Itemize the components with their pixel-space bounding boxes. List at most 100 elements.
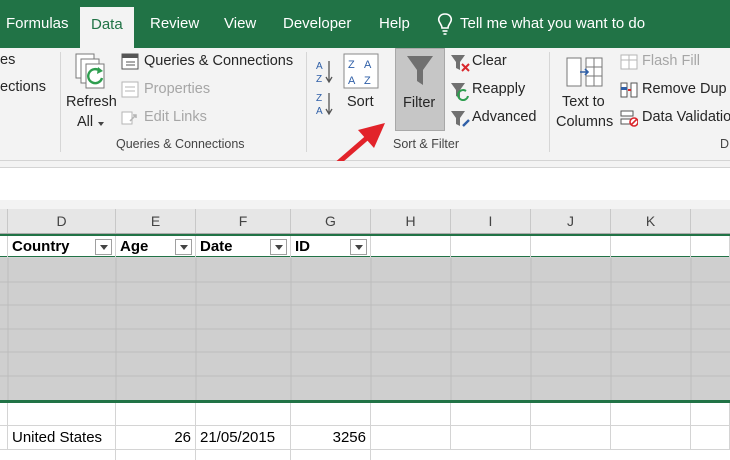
grid-cell[interactable]	[611, 236, 691, 258]
svg-text:A: A	[364, 59, 372, 71]
existing-connections-partial-2[interactable]: ections	[0, 79, 46, 95]
tab-data[interactable]: Data	[80, 7, 134, 48]
tell-me-search[interactable]: Tell me what you want to do	[460, 0, 645, 48]
refresh-all-icon[interactable]	[72, 52, 112, 96]
formula-bar[interactable]	[0, 167, 730, 201]
grid-cell[interactable]	[116, 450, 196, 460]
cell-age[interactable]: 26	[116, 426, 196, 450]
grid-cell[interactable]	[371, 426, 451, 450]
grid-cell[interactable]	[451, 403, 531, 426]
group-label-sort-filter: Sort & Filter	[393, 137, 459, 151]
filter-dropdown-icon[interactable]	[350, 239, 367, 255]
column-header-partial[interactable]	[0, 209, 8, 233]
filter-dropdown-icon[interactable]	[175, 239, 192, 255]
chevron-down-icon[interactable]	[98, 122, 104, 126]
tab-formulas[interactable]: Formulas	[6, 0, 69, 48]
lightbulb-icon	[437, 13, 453, 35]
grid-cell[interactable]	[371, 236, 451, 258]
cell-country[interactable]: United States	[8, 426, 116, 450]
refresh-all-label-2[interactable]: All	[77, 114, 93, 130]
grid-cell[interactable]	[371, 403, 451, 426]
grid-cell[interactable]	[611, 426, 691, 450]
table-header-cell[interactable]: ID	[291, 236, 371, 258]
svg-text:Z: Z	[316, 74, 322, 85]
flash-fill-icon	[620, 54, 638, 70]
grid-cell[interactable]	[8, 450, 116, 460]
table-header-cell[interactable]: Date	[196, 236, 291, 258]
grid-cell[interactable]	[116, 403, 196, 426]
group-separator	[306, 52, 307, 152]
group-label-queries: Queries & Connections	[116, 137, 245, 151]
grid-cell[interactable]	[691, 236, 730, 258]
tab-developer[interactable]: Developer	[283, 0, 351, 48]
queries-connections-icon	[121, 53, 139, 70]
svg-text:A: A	[348, 75, 356, 87]
grid-cell[interactable]	[196, 403, 291, 426]
grid-cell[interactable]	[531, 236, 611, 258]
grid-cell[interactable]	[291, 450, 371, 460]
advanced-filter-icon	[451, 111, 470, 127]
column-header-partial[interactable]	[691, 209, 730, 233]
cell-id[interactable]: 3256	[291, 426, 371, 450]
properties-icon	[121, 81, 139, 98]
selection-gridlines	[0, 258, 730, 400]
group-label-data-tools-partial: D	[720, 137, 730, 151]
remove-duplicates-button[interactable]: Remove Dup	[642, 81, 727, 97]
queries-connections-button[interactable]: Queries & Connections	[144, 53, 293, 69]
data-validation-button[interactable]: Data Validatio	[642, 109, 730, 125]
text-to-columns-label-2[interactable]: Columns	[556, 114, 613, 130]
header-age: Age	[120, 238, 149, 255]
tab-help[interactable]: Help	[379, 0, 410, 48]
column-header-g[interactable]: G	[291, 209, 371, 233]
tab-view[interactable]: View	[224, 0, 256, 48]
selected-range[interactable]	[0, 258, 730, 400]
flash-fill-button[interactable]: Flash Fill	[642, 53, 700, 69]
svg-text:Z: Z	[316, 93, 322, 104]
table-header-cell[interactable]: Country	[8, 236, 116, 258]
table-header-cell[interactable]: Age	[116, 236, 196, 258]
grid-cell[interactable]	[196, 450, 291, 460]
existing-connections-partial[interactable]: es	[0, 52, 15, 68]
grid-cell[interactable]	[8, 403, 116, 426]
grid-cell[interactable]	[691, 403, 730, 426]
grid-cell[interactable]	[531, 426, 611, 450]
table-header-row: Country Age Date ID	[0, 234, 730, 258]
column-header-e[interactable]: E	[116, 209, 196, 233]
remove-duplicates-icon	[620, 82, 638, 98]
grid-cell[interactable]	[611, 403, 691, 426]
grid-cell[interactable]	[691, 426, 730, 450]
svg-text:Z: Z	[364, 75, 371, 87]
column-header-d[interactable]: D	[8, 209, 116, 233]
edit-links-button[interactable]: Edit Links	[144, 109, 207, 125]
filter-dropdown-icon[interactable]	[95, 239, 112, 255]
properties-button[interactable]: Properties	[144, 81, 210, 97]
group-separator	[549, 52, 550, 152]
sort-button[interactable]: Sort	[347, 94, 374, 110]
advanced-button[interactable]: Advanced	[472, 109, 537, 125]
svg-text:Z: Z	[348, 59, 355, 71]
grid-cell[interactable]	[531, 403, 611, 426]
sort-a-to-z-icon[interactable]: A Z	[314, 58, 336, 86]
refresh-all-label[interactable]: Refresh	[66, 94, 117, 110]
header-date: Date	[200, 238, 233, 255]
text-to-columns-label[interactable]: Text to	[562, 94, 605, 110]
text-to-columns-icon[interactable]	[566, 56, 604, 90]
sort-icon[interactable]: Z A A Z	[343, 53, 379, 89]
grid-cell[interactable]	[451, 236, 531, 258]
column-header-i[interactable]: I	[451, 209, 531, 233]
column-header-h[interactable]: H	[371, 209, 451, 233]
ribbon-tab-bar: Formulas Data Review View Developer Help…	[0, 0, 730, 48]
clear-button[interactable]: Clear	[472, 53, 507, 69]
reapply-icon	[451, 83, 469, 101]
tab-review[interactable]: Review	[150, 0, 199, 48]
column-header-j[interactable]: J	[531, 209, 611, 233]
grid-cell[interactable]	[451, 426, 531, 450]
filter-button[interactable]: Filter	[395, 48, 445, 131]
column-header-f[interactable]: F	[196, 209, 291, 233]
clear-filter-icon	[451, 55, 470, 72]
grid-cell[interactable]	[291, 403, 371, 426]
reapply-button[interactable]: Reapply	[472, 81, 525, 97]
column-header-k[interactable]: K	[611, 209, 691, 233]
cell-date[interactable]: 21/05/2015	[196, 426, 291, 450]
filter-dropdown-icon[interactable]	[270, 239, 287, 255]
